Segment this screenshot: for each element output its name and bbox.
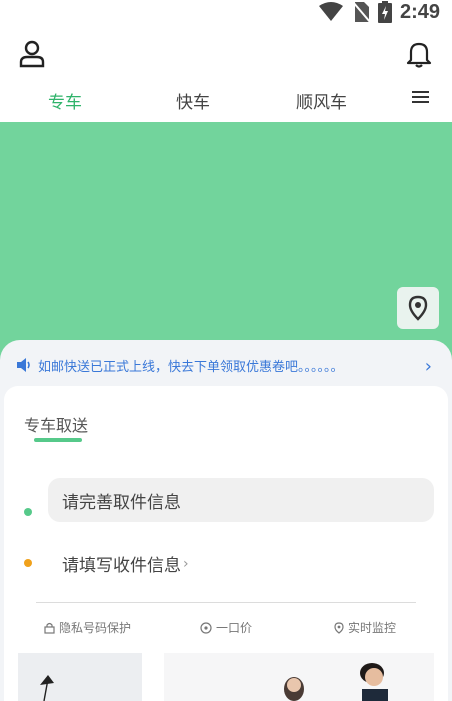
feature-monitor-label: 实时监控 (348, 621, 397, 635)
location-pin-icon (408, 295, 428, 321)
feature-privacy: 隐私号码保护 (44, 619, 131, 636)
notice-text: 如邮快送已正式上线，快去下单领取优惠卷吧。。。。。。 (38, 359, 344, 375)
service-tabs: 专车 快车 顺风车 (0, 84, 452, 122)
title-underline (34, 438, 82, 442)
feature-privacy-label: 隐私号码保护 (59, 621, 132, 635)
delivery-field[interactable]: 请填写收件信息 › (62, 551, 189, 577)
lamp-illustration (18, 653, 142, 701)
price-icon (200, 621, 212, 634)
people-illustration (164, 653, 434, 701)
promo-image-left[interactable] (18, 653, 142, 701)
feature-monitor: 实时监控 (334, 619, 396, 636)
speaker-icon (17, 358, 30, 372)
feature-price-label: 一口价 (216, 621, 253, 635)
menu-icon[interactable] (411, 89, 431, 105)
promo-image-right[interactable] (164, 653, 434, 701)
no-sim-icon (352, 1, 370, 23)
status-time: 2:49 (399, 0, 440, 23)
monitor-icon (334, 621, 344, 634)
tab-zhuanche[interactable]: 专车 (48, 88, 82, 113)
status-bar: 2:49 (0, 0, 452, 24)
lock-icon (44, 622, 55, 634)
tab-shunfengche[interactable]: 顺风车 (296, 88, 347, 113)
locate-button[interactable] (397, 287, 439, 329)
chevron-right-icon[interactable]: › (425, 356, 432, 377)
user-icon[interactable] (18, 40, 46, 68)
battery-icon (377, 1, 392, 23)
status-icons: 2:49 (318, 0, 440, 24)
card-title: 专车取送 (24, 416, 89, 435)
feature-list: 隐私号码保护 一口价 实时监控 (4, 619, 448, 639)
delivery-label: 请填写收件信息 (62, 556, 181, 576)
notice-bar[interactable]: 如邮快送已正式上线，快去下单领取优惠卷吧。。。。。。 › (16, 352, 436, 378)
map-area[interactable] (0, 122, 452, 362)
top-bar (0, 24, 452, 84)
feature-fixed-price: 一口价 (200, 619, 252, 636)
bottom-sheet: 如邮快送已正式上线，快去下单领取优惠卷吧。。。。。。 › 专车取送 请完善取件信… (0, 340, 452, 701)
chevron-right-icon: › (183, 555, 189, 572)
bell-icon[interactable] (406, 40, 432, 68)
divider (36, 602, 416, 603)
delivery-dot (24, 559, 32, 567)
wifi-icon (318, 2, 343, 21)
pickup-dot (24, 508, 32, 516)
pickup-label: 请完善取件信息 (62, 492, 181, 513)
pickup-field[interactable]: 请完善取件信息 (48, 478, 434, 522)
tab-kuaiche[interactable]: 快车 (176, 88, 210, 113)
order-card: 专车取送 请完善取件信息 请填写收件信息 › 隐私号码保护 一口价 实时监控 (4, 386, 448, 701)
